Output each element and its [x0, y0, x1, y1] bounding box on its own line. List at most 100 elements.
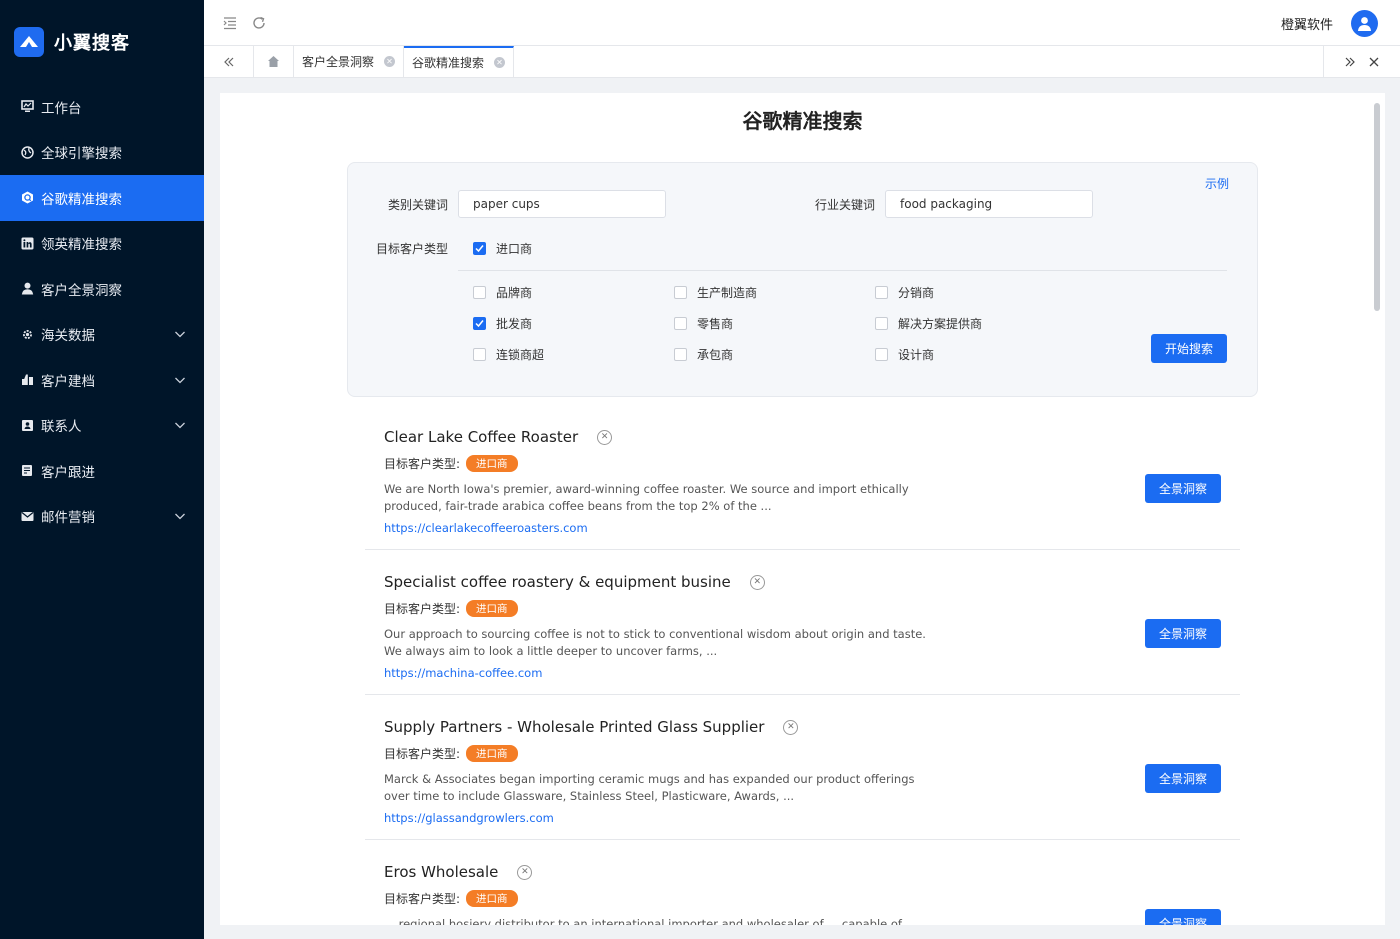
logo[interactable]: 小翼搜客 [0, 0, 204, 84]
scrollbar[interactable] [1374, 103, 1380, 311]
remove-icon[interactable]: ✕ [783, 719, 799, 735]
remove-icon[interactable]: ✕ [749, 574, 765, 590]
checkbox-label: 零售商 [697, 317, 734, 331]
sidebar-menu: 工作台 全球引擎搜索 谷歌精准搜索 领英精准搜索 客户全景洞察 海关数据 客户建… [0, 84, 204, 539]
tab-scroll-right-icon[interactable] [1344, 56, 1356, 68]
collapse-menu-icon[interactable] [222, 15, 238, 31]
checkbox-wholesaler[interactable]: 批发商 [473, 315, 532, 332]
sidebar-item-contacts[interactable]: 联系人 [0, 403, 204, 449]
insight-button[interactable]: 全景洞察 [1145, 909, 1221, 925]
result-title[interactable]: Supply Partners - Wholesale Printed Glas… [384, 718, 799, 736]
checkbox-chain-store[interactable]: 连锁商超 [473, 346, 544, 363]
home-icon[interactable] [254, 46, 294, 77]
checkbox-label: 承包商 [697, 348, 734, 362]
avatar[interactable] [1351, 10, 1378, 37]
checkbox-label: 解决方案提供商 [898, 317, 983, 331]
tab-customer-insight[interactable]: 客户全景洞察 ✕ [294, 46, 405, 77]
sidebar-item-label: 客户跟进 [41, 464, 95, 481]
sidebar-item-customer-insight[interactable]: 客户全景洞察 [0, 266, 204, 312]
sidebar-item-email-marketing[interactable]: 邮件营销 [0, 494, 204, 540]
remove-icon[interactable]: ✕ [597, 429, 613, 445]
result-description: We are North Iowa's premier, award-winni… [384, 482, 909, 513]
result-title-text[interactable]: Specialist coffee roastery & equipment b… [384, 573, 731, 591]
monitor-icon [20, 100, 34, 114]
checkbox-checked-icon[interactable] [473, 242, 486, 255]
checkbox-brand[interactable]: 品牌商 [473, 284, 532, 301]
checkbox-icon[interactable] [674, 348, 687, 361]
mail-icon [20, 509, 34, 523]
sidebar-item-label: 邮件营销 [41, 510, 95, 527]
result-url[interactable]: https://clearlakecoffeeroasters.com [384, 521, 588, 535]
checkbox-icon[interactable] [473, 286, 486, 299]
checkbox-icon[interactable] [674, 317, 687, 330]
example-link[interactable]: 示例 [1205, 175, 1229, 192]
sidebar-item-customer-archive[interactable]: 客户建档 [0, 357, 204, 403]
result-title-text[interactable]: Eros Wholesale [384, 863, 498, 881]
result-title[interactable]: Specialist coffee roastery & equipment b… [384, 573, 765, 591]
type-badge: 进口商 [466, 890, 518, 907]
company-name[interactable]: 橙翼软件 [1281, 14, 1333, 33]
chevron-down-icon [174, 374, 186, 386]
sidebar-item-follow-up[interactable]: 客户跟进 [0, 448, 204, 494]
chevron-down-icon [174, 328, 186, 340]
checkbox-solution-provider[interactable]: 解决方案提供商 [875, 315, 982, 332]
result-title-text[interactable]: Supply Partners - Wholesale Printed Glas… [384, 718, 764, 736]
industry-input[interactable]: food packaging [885, 190, 1093, 218]
start-search-button[interactable]: 开始搜索 [1151, 334, 1227, 363]
result-title[interactable]: Clear Lake Coffee Roaster ✕ [384, 428, 613, 446]
close-icon[interactable]: ✕ [384, 56, 396, 67]
user-icon [20, 282, 34, 296]
sidebar-item-linkedin-search[interactable]: 领英精准搜索 [0, 221, 204, 267]
sidebar-item-workbench[interactable]: 工作台 [0, 84, 204, 130]
sidebar-item-label: 客户全景洞察 [41, 282, 122, 299]
checkbox-manufacturer[interactable]: 生产制造商 [674, 284, 757, 301]
result-url[interactable]: https://glassandgrowlers.com [384, 811, 554, 825]
checkbox-icon[interactable] [875, 317, 888, 330]
result-type: 目标客户类型: 进口商 [384, 745, 518, 762]
checkbox-importer[interactable]: 进口商 [473, 240, 532, 257]
close-icon[interactable]: ✕ [494, 57, 506, 68]
checkbox-icon[interactable] [674, 286, 687, 299]
search-form: 示例 类别关键词 paper cups 行业关键词 food packaging… [347, 162, 1258, 397]
checkbox-designer[interactable]: 设计商 [875, 346, 934, 363]
sidebar-item-google-search[interactable]: 谷歌精准搜索 [0, 175, 204, 221]
result-type-label: 目标客户类型: [384, 457, 461, 471]
close-all-tabs-icon[interactable] [1368, 56, 1380, 68]
insight-button[interactable]: 全景洞察 [1145, 619, 1221, 648]
result-description: Our approach to sourcing coffee is not t… [384, 627, 926, 658]
sidebar: 小翼搜客 工作台 全球引擎搜索 谷歌精准搜索 领英精准搜索 客户全景洞察 海关数… [0, 0, 204, 939]
result-title-text[interactable]: Clear Lake Coffee Roaster [384, 428, 578, 446]
sidebar-item-global-search[interactable]: 全球引擎搜索 [0, 130, 204, 176]
result-type: 目标客户类型: 进口商 [384, 600, 518, 617]
checkbox-icon[interactable] [875, 348, 888, 361]
checkbox-icon[interactable] [875, 286, 888, 299]
follow-icon [20, 464, 34, 478]
tab-label: 谷歌精准搜索 [412, 56, 485, 70]
insight-button[interactable]: 全景洞察 [1145, 474, 1221, 503]
app-name: 小翼搜客 [54, 33, 130, 54]
target-type-label: 目标客户类型 [376, 242, 449, 256]
checkbox-label: 生产制造商 [697, 286, 758, 300]
globe-icon [20, 145, 34, 159]
result-description: Marck & Associates began importing ceram… [384, 772, 915, 803]
category-input[interactable]: paper cups [458, 190, 666, 218]
sidebar-item-customs-data[interactable]: 海关数据 [0, 312, 204, 358]
remove-icon[interactable]: ✕ [517, 864, 533, 880]
checkbox-checked-icon[interactable] [473, 317, 486, 330]
sidebar-item-label: 海关数据 [41, 328, 95, 345]
checkbox-distributor[interactable]: 分销商 [875, 284, 934, 301]
refresh-icon[interactable] [251, 15, 267, 31]
checkbox-retailer[interactable]: 零售商 [674, 315, 733, 332]
tab-scroll-left-icon[interactable] [204, 46, 254, 77]
checkbox-icon[interactable] [473, 348, 486, 361]
chevron-down-icon [174, 510, 186, 522]
tab-google-search[interactable]: 谷歌精准搜索 ✕ [404, 46, 515, 77]
tab-label: 客户全景洞察 [302, 55, 375, 69]
insight-button[interactable]: 全景洞察 [1145, 764, 1221, 793]
result-title[interactable]: Eros Wholesale ✕ [384, 863, 533, 881]
result-item: Specialist coffee roastery & equipment b… [365, 550, 1240, 695]
checkbox-contractor[interactable]: 承包商 [674, 346, 733, 363]
type-badge: 进口商 [466, 745, 518, 762]
page-title: 谷歌精准搜索 [742, 109, 863, 133]
result-url[interactable]: https://machina-coffee.com [384, 666, 542, 680]
